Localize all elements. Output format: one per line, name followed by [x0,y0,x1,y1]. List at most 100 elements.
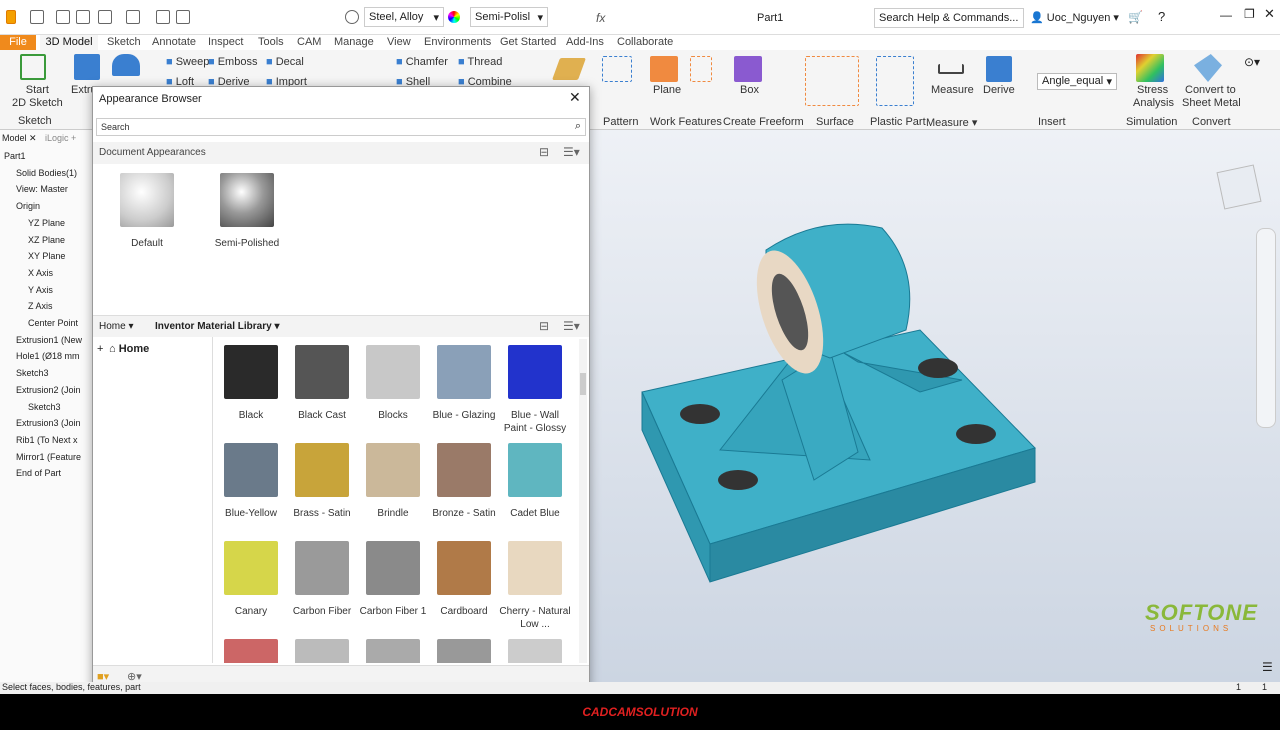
extrude-icon[interactable] [74,54,100,80]
search-input[interactable]: Search ⌕ [96,118,586,136]
search-icon[interactable]: ⌕ [575,120,581,133]
chamfer-button[interactable]: ■ Chamfer [396,56,448,68]
list-options-icon[interactable]: ☰▾ [563,145,580,159]
emboss-button[interactable]: ■ Emboss [208,56,257,68]
tree-node[interactable]: Part1 [4,151,26,161]
cart-icon[interactable]: 🛒 [1128,10,1143,24]
derive-button[interactable]: Derive [983,84,1015,96]
tree-node[interactable]: Solid Bodies(1) [16,168,77,178]
tree-node[interactable]: X Axis [28,268,53,278]
material-swatch-item[interactable] [357,639,429,663]
viewport-menu-icon[interactable]: ☰ [1262,660,1273,674]
save-icon[interactable] [76,10,90,24]
close-window-button[interactable]: ✕ [1264,6,1275,22]
material-swatch-item[interactable]: Canary [215,541,287,618]
decal-button[interactable]: ■ Decal [266,56,304,68]
plane-button[interactable]: Plane [653,84,681,96]
material-dropdown[interactable]: Steel, Alloy ▾ [364,7,444,27]
derive-icon[interactable] [986,56,1012,82]
tab-view[interactable]: View [387,35,411,50]
convert-label-1[interactable]: Convert to [1185,84,1236,96]
start-sketch-icon[interactable] [20,54,46,80]
tree-node[interactable]: Y Axis [28,285,53,295]
help-search-input[interactable]: Search Help & Commands... [874,8,1024,28]
scrollbar[interactable] [579,339,587,663]
plastic-part-icons[interactable] [876,56,914,106]
undo-icon[interactable] [98,10,112,24]
material-swatch-item[interactable]: Blue - Glazing [428,345,500,422]
scroll-thumb[interactable] [580,373,586,395]
material-swatch-item[interactable]: Black [215,345,287,422]
help-icon[interactable]: ? [1158,9,1165,24]
tab-environments[interactable]: Environments [424,35,491,50]
tab-add-ins[interactable]: Add-Ins [566,35,604,50]
home-icon[interactable] [156,10,170,24]
measure-button[interactable]: Measure [931,84,974,96]
redo-icon[interactable] [126,10,140,24]
browser-tab-ilogic[interactable]: iLogic + [45,133,76,143]
material-swatch-item[interactable]: Black Cast [286,345,358,422]
tree-node[interactable]: View: Master [16,184,68,194]
tree-node[interactable]: Center Point [28,318,78,328]
fx-icon[interactable]: fx [596,11,605,25]
tree-node[interactable]: End of Part [16,468,61,478]
material-swatch-item[interactable]: Bronze - Satin [428,443,500,520]
material-swatch-item[interactable]: Blocks [357,345,429,422]
view-toggle-icon[interactable]: ⊟ [539,145,549,159]
thread-button[interactable]: ■ Thread [458,56,502,68]
tab-3d-model[interactable]: 3D Model [40,35,98,50]
stress-label-2[interactable]: Analysis [1133,97,1174,109]
box-button[interactable]: Box [740,84,759,96]
tree-home[interactable]: ⌂ Home [109,343,149,355]
tree-node[interactable]: XZ Plane [28,235,65,245]
material-swatch-item[interactable]: Brindle [357,443,429,520]
material-swatch-item[interactable] [286,639,358,663]
material-swatch-item[interactable]: Brass - Satin [286,443,358,520]
view-toggle-icon[interactable]: ⊟ [539,319,549,333]
expand-icon[interactable]: + [97,343,103,355]
tab-inspect[interactable]: Inspect [208,35,243,50]
material-swatch-item[interactable]: Blue-Yellow [215,443,287,520]
close-icon[interactable]: ✕ [569,89,581,106]
tree-node[interactable]: Rib1 (To Next x [16,435,78,445]
tab-get-started[interactable]: Get Started [500,35,556,50]
user-account[interactable]: 👤 Uoc_Nguyen ▾ [1030,11,1119,24]
appearance-dropdown[interactable]: Semi-Polisl ▾ [470,7,548,27]
tab-file[interactable]: File [0,35,36,50]
minimize-button[interactable]: — [1220,8,1232,22]
tree-node[interactable]: Hole1 (Ø18 mm [16,351,80,361]
tab-sketch[interactable]: Sketch [107,35,141,50]
ribbon-options-icon[interactable]: ⊙▾ [1244,55,1260,69]
convert-label-2[interactable]: Sheet Metal [1182,97,1241,109]
print-icon[interactable] [176,10,190,24]
material-swatch-item[interactable]: Carbon Fiber [286,541,358,618]
tree-node[interactable]: Sketch3 [28,402,61,412]
tree-node[interactable]: YZ Plane [28,218,65,228]
material-swatch-item[interactable] [215,639,287,663]
tree-node[interactable]: Origin [16,201,40,211]
tree-node[interactable]: Mirror1 (Feature [16,452,81,462]
tree-node[interactable]: Z Axis [28,301,53,311]
material-swatch-item[interactable]: Blue - Wall Paint - Glossy [499,345,571,435]
navigation-bar[interactable] [1256,228,1276,428]
stress-label-1[interactable]: Stress [1137,84,1168,96]
view-cube[interactable] [1216,164,1262,210]
open-icon[interactable] [56,10,70,24]
material-swatch-item[interactable]: Cadet Blue [499,443,571,520]
material-swatch-item[interactable] [499,639,571,663]
material-swatch-item[interactable] [428,639,500,663]
sheet-metal-icon[interactable] [1194,54,1222,82]
inventor-logo-icon[interactable] [6,10,16,24]
axis-point-icons[interactable] [690,56,712,82]
material-swatch-item[interactable]: Carbon Fiber 1 [357,541,429,618]
revolve-icon[interactable] [112,54,140,76]
doc-appearance-item[interactable]: Semi-Polished [211,173,283,250]
material-swatch-item[interactable]: Cardboard [428,541,500,618]
surface-tools-icons[interactable] [805,56,859,106]
browser-tab-model[interactable]: Model ✕ [2,133,37,144]
box-icon[interactable] [734,56,762,82]
tree-node[interactable]: Extrusion3 (Join [16,418,81,428]
start-sketch-button[interactable]: Start 2D Sketch [12,84,63,110]
restore-button[interactable]: ❐ [1244,7,1255,21]
measure-icon[interactable] [938,64,964,74]
